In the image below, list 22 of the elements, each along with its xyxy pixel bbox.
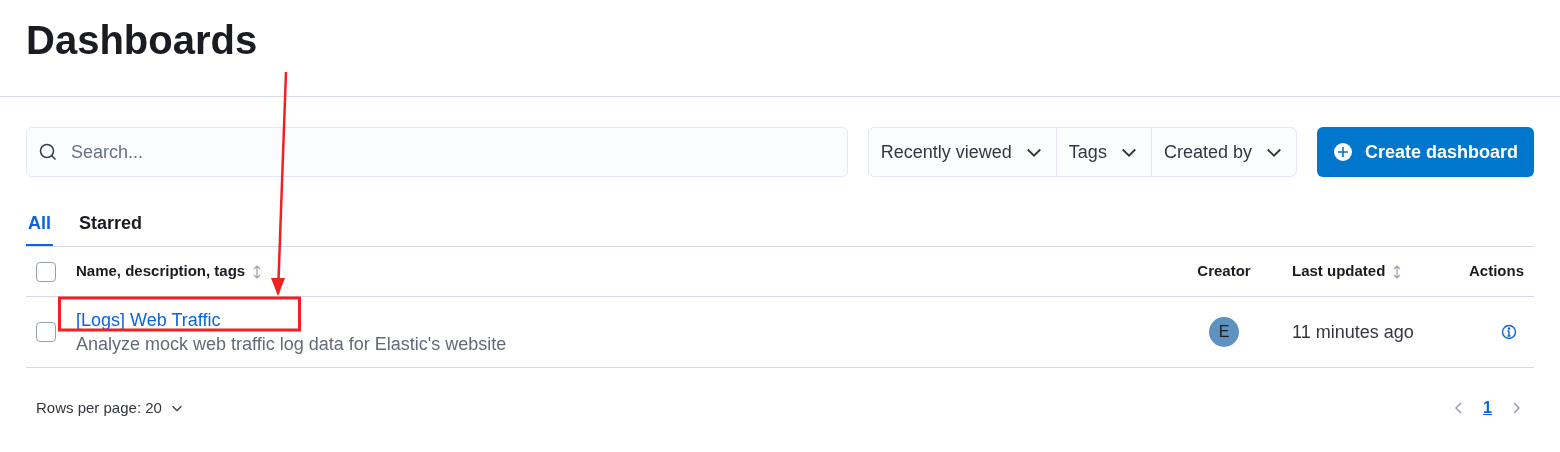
filter-dropdown[interactable]: Tags bbox=[1055, 128, 1151, 176]
creator-avatar: E bbox=[1209, 317, 1239, 347]
dashboard-description: Analyze mock web traffic log data for Elastic's website bbox=[76, 333, 507, 356]
search-icon bbox=[38, 142, 58, 162]
page-number[interactable]: 1 bbox=[1479, 396, 1496, 420]
page-title: Dashboards bbox=[26, 17, 258, 64]
row-checkbox[interactable] bbox=[36, 261, 56, 282]
column-header: Creator bbox=[1197, 261, 1251, 282]
column-header[interactable]: Name, description, tags bbox=[76, 260, 266, 283]
create-dashboard-button[interactable]: Create dashboard bbox=[1316, 127, 1534, 177]
filter-dropdown[interactable]: Created by bbox=[1150, 128, 1296, 176]
row-checkbox[interactable] bbox=[36, 322, 56, 342]
last-updated: 11 minutes ago bbox=[1292, 322, 1414, 342]
plus-circle-icon bbox=[1332, 142, 1353, 162]
info-icon[interactable] bbox=[1501, 324, 1517, 340]
search-field[interactable]: Search... bbox=[26, 127, 848, 177]
column-header: Actions bbox=[1469, 261, 1524, 282]
tab[interactable]: Starred bbox=[77, 202, 145, 246]
rows-per-page-dropdown[interactable]: Rows per page: 20 bbox=[36, 396, 184, 420]
column-header[interactable]: Last updated bbox=[1292, 260, 1406, 283]
tab[interactable]: All bbox=[26, 202, 53, 246]
filter-dropdown[interactable]: Recently viewed bbox=[868, 128, 1056, 176]
